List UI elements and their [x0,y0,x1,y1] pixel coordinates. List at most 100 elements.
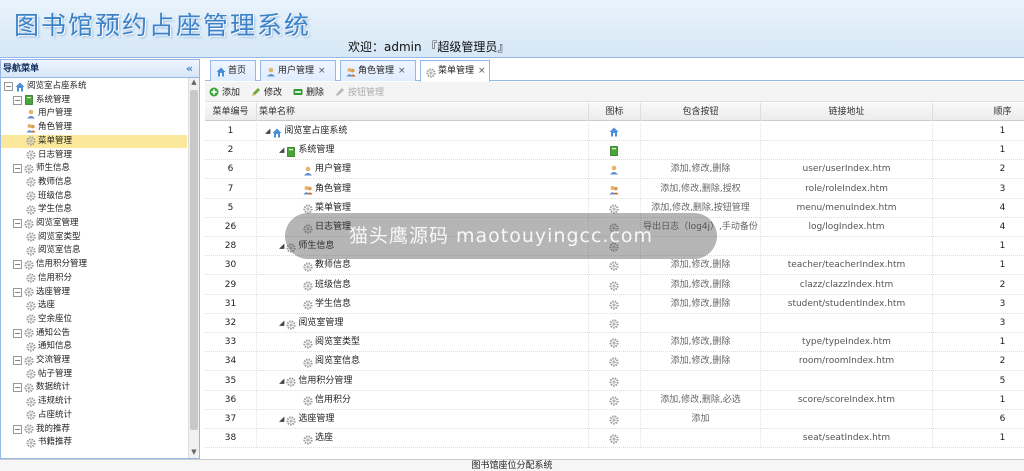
table-row[interactable]: 36 信用积分 添加,修改,删除,必选 score/scoreIndex.htm 1 [205,390,1024,410]
tree-toggle-icon[interactable]: − [4,82,13,91]
nav-item-label: 阅览室管理 [36,218,79,228]
tab-label: 菜单管理 [438,66,475,76]
tree-toggle-icon[interactable]: − [13,164,22,174]
nav-item[interactable]: − 阅览室管理 [13,217,79,230]
nav-item[interactable]: 角色管理 [26,121,72,134]
nav-item[interactable]: 信用积分 [26,272,72,285]
gear-icon [608,203,619,214]
nav-item[interactable]: 菜单管理 [1,134,187,148]
tree-toggle-icon[interactable]: − [13,356,22,365]
nav-item[interactable]: 占座统计 [26,409,72,422]
tab-item[interactable]: 首页 [210,60,256,81]
gear-icon [608,395,619,406]
tree-toggle-icon[interactable]: − [13,287,22,297]
nav-scrollbar[interactable]: ▲ ▼ [188,78,199,458]
tree-toggle-icon[interactable]: − [13,328,22,338]
nav-item[interactable]: − 数据统计 [13,381,70,394]
scroll-thumb[interactable] [190,90,198,430]
nav-item[interactable]: 用户管理 [26,107,72,120]
table-row[interactable]: 37 ◢ 选座管理 添加 6 [205,410,1024,429]
expand-triangle-icon[interactable]: ◢ [279,410,284,429]
nav-item[interactable]: 教师信息 [26,176,72,189]
collapse-icon[interactable]: « [186,60,193,78]
nav-item-label: 帖子管理 [38,368,73,379]
button-management-button[interactable]: 按钮管理 [335,85,384,98]
nav-item[interactable]: − 选座管理 [13,286,70,299]
edit-button[interactable]: 修改 [251,85,282,98]
table-row[interactable]: 30 教师信息 添加,修改,删除 teacher/teacherIndex.htm 1 [205,256,1024,276]
menu-name-cell: 角色管理 [257,179,589,199]
expand-triangle-icon[interactable]: ◢ [279,372,284,391]
column-header[interactable]: 菜单编号 [205,103,257,121]
nav-item[interactable]: − 通知公告 [13,327,70,340]
close-icon[interactable]: × [398,62,406,81]
nav-item[interactable]: − 阅览室占座系统 [4,80,87,93]
nav-item[interactable]: 阅览室类型 [26,231,81,244]
table-row[interactable]: 32 ◢ 阅览室管理 3 [205,314,1024,333]
nav-item[interactable]: 书籍推荐 [26,436,72,449]
tree-toggle-icon[interactable]: − [13,95,22,105]
delete-button[interactable]: 删除 [293,85,324,98]
nav-item-label: 班级信息 [38,190,73,201]
nav-item[interactable]: − 交流管理 [13,354,70,367]
expand-triangle-icon[interactable]: ◢ [279,314,284,333]
order-cell: 5 [933,372,1024,391]
menu-id-cell: 28 [205,237,257,257]
scroll-down-icon[interactable]: ▼ [189,448,199,458]
nav-item[interactable]: 空余座位 [26,313,72,326]
expand-triangle-icon[interactable]: ◢ [265,122,270,141]
tree-toggle-icon[interactable]: − [13,219,22,228]
nav-item-label: 师生信息 [36,163,71,174]
nav-item[interactable]: 选座 [26,299,55,312]
column-header[interactable]: 图标 [589,103,641,121]
table-row[interactable]: 31 学生信息 添加,修改,删除 student/studentIndex.htm 3 [205,294,1024,314]
pencil-icon [251,87,261,97]
gear-icon [608,356,619,367]
nav-tree: ▲ ▼ − 阅览室占座系统 − 系统管理 用户管理 角色管理 菜单管理 日志管理 − 师生信息 教师… [1,78,199,458]
tab-item[interactable]: 用户管理 × [260,60,336,81]
expand-triangle-icon[interactable]: ◢ [279,141,284,160]
tree-toggle-icon[interactable]: − [13,383,22,393]
nav-item[interactable]: 违规统计 [26,395,72,408]
table-row[interactable]: 1◢阅览室占座系统1主菜单 [205,122,1024,141]
column-header[interactable]: 菜单名称 [257,103,589,121]
nav-item[interactable]: − 信用积分管理 [13,258,87,271]
scroll-up-icon[interactable]: ▲ [189,78,199,88]
nav-item[interactable]: 班级信息 [26,190,72,203]
table-row[interactable]: 29 班级信息 添加,修改,删除 clazz/clazzIndex.htm 2 [205,275,1024,295]
gear-icon [26,342,36,352]
menu-name-cell: 信用积分 [257,390,589,410]
nav-item[interactable]: 阅览室信息 [26,244,81,257]
table-row[interactable]: 33 阅览室类型 添加,修改,删除 type/typeIndex.htm 1 [205,333,1024,353]
nav-item[interactable]: − 师生信息 [13,162,70,175]
add-button[interactable]: 添加 [209,85,240,98]
table-row[interactable]: 2 ◢ 系统管理 1 [205,141,1024,161]
nav-item[interactable]: 通知信息 [26,340,72,353]
table-row[interactable]: 7 角色管理 添加,修改,删除,授权 role/roleIndex.htm 3 [205,179,1024,199]
nav-item[interactable]: 学生信息 [26,203,72,216]
table-row[interactable]: 38 选座 seat/seatIndex.htm 1 [205,429,1024,449]
tab-item[interactable]: 角色管理 × [340,60,416,81]
users-icon [346,66,356,77]
gear-icon [303,203,313,214]
column-header[interactable]: 链接地址 [761,103,933,121]
close-icon[interactable]: × [318,62,326,81]
tree-toggle-icon[interactable]: − [13,424,22,434]
close-icon[interactable]: × [478,62,486,81]
nav-item[interactable]: − 我的推荐 [13,423,70,436]
table-row[interactable]: 6 用户管理 添加,修改,删除 user/userIndex.htm 2 [205,160,1024,180]
nav-item[interactable]: 帖子管理 [26,368,72,381]
expand-triangle-icon[interactable]: ◢ [279,237,284,256]
nav-item[interactable]: − 系统管理 [13,94,70,107]
column-header[interactable]: 顺序 [933,103,1024,121]
nav-item-label: 选座 [38,300,56,311]
user-icon [266,66,276,77]
tab-item[interactable]: 菜单管理 × [420,60,490,82]
table-row[interactable]: 35 ◢ 信用积分管理 5 [205,371,1024,391]
menu-icon-cell [589,294,641,314]
gear-icon [26,177,36,187]
column-header[interactable]: 包含按钮 [641,103,761,121]
tree-toggle-icon[interactable]: − [13,260,22,270]
nav-item[interactable]: 日志管理 [26,149,72,162]
table-row[interactable]: 34 阅览室信息 添加,修改,删除 room/roomIndex.htm 2 [205,352,1024,372]
